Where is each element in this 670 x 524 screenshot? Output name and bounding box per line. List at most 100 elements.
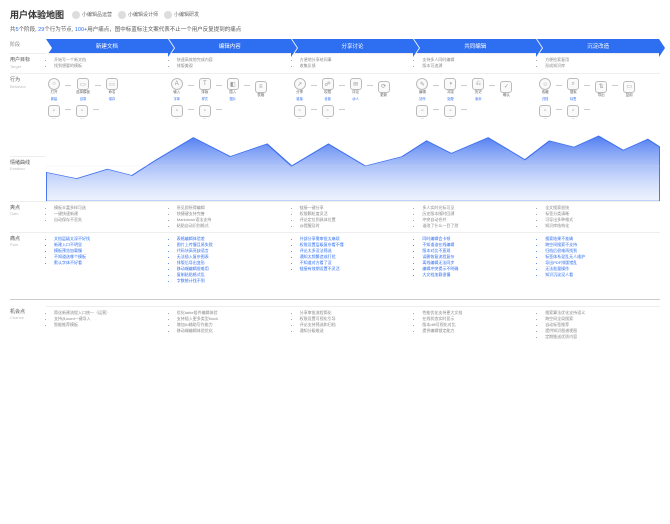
chance-label: 机会点Chance	[10, 306, 46, 343]
behavior-node: ☆收藏归档	[539, 78, 551, 101]
behavior-icon: ▫	[294, 105, 306, 117]
targets-cell: 支持多人同时编辑版本可追溯	[414, 53, 537, 73]
connector	[339, 85, 345, 86]
summary-line: 共5个阶段, 29个行为节点, 100+用户痛点，图中标蓝标注文案代表不止一个用…	[10, 25, 660, 33]
gain-label: 爽点Gain	[10, 201, 46, 232]
behavior-sub: 新建	[51, 96, 57, 101]
targets-cell: 开始写一个新文档找到想要的模板	[46, 53, 169, 73]
behavior-sub: 协作	[419, 96, 425, 101]
behavior-caption: ···	[175, 118, 179, 122]
connector	[216, 85, 222, 86]
behavior-icon: ▭	[106, 78, 118, 90]
connector	[584, 85, 590, 86]
collaborator-list: 小编辑品运营小编辑设计师小编辑研发	[72, 11, 199, 19]
behavior-node: ≡表格	[255, 81, 267, 99]
behavior-caption: 冲突	[447, 91, 454, 95]
header: 用户体验地图 小编辑品运营小编辑设计师小编辑研发	[10, 8, 660, 21]
behavior-caption: ···	[298, 118, 302, 122]
pains-cell: 文档层级太深不好找新建入口不明显模板预览加载慢不知道选哪个模板默认字体不好看	[46, 232, 169, 287]
emotion-chart	[46, 131, 660, 201]
target-label: 用户目标Target	[10, 53, 46, 73]
behavior-cell: ○打开新建▭选择模板目录▭命名保存▫···▫···	[46, 73, 169, 131]
behavior-caption: ···	[543, 118, 547, 122]
gains-cell: 链接一键分享权限颗粒度灵活评论定位到具体位置@提醒及时	[292, 201, 415, 232]
behavior-icon: ▫	[48, 105, 60, 117]
behavior-caption: 插入	[229, 91, 236, 95]
collaborator-name: 小编辑设计师	[128, 11, 158, 18]
behavior-caption: 更新	[380, 94, 387, 98]
behavior-sub: @人	[352, 96, 358, 101]
bullet-item: 字数统计找不到	[177, 278, 290, 284]
stage-arrow: 共同编辑	[414, 39, 536, 53]
behavior-icon: ⎌	[472, 78, 484, 90]
connector	[65, 109, 71, 110]
behavior-icon: ☍	[322, 78, 334, 90]
connector	[95, 85, 101, 86]
bullet-item: @提醒及时	[300, 223, 413, 229]
behavior-node: ○打开新建	[48, 78, 60, 101]
behavior-caption: 导出	[598, 94, 605, 98]
behavior-icon: ◑	[444, 78, 456, 90]
stage-label: 阶段	[10, 39, 46, 53]
targets-cell: 方便检索复用形成知识库	[537, 53, 660, 73]
bullet-item: 粘贴自动识别格式	[177, 223, 290, 229]
behavior-icon: ▫	[322, 105, 334, 117]
bullet-item: 默认字体不好看	[54, 260, 167, 266]
gains-cell: 所见即所得编辑快捷键支持完善Markdown语法支持粘贴自动识别格式	[169, 201, 292, 232]
connector	[93, 109, 99, 110]
behavior-node: ◧插入图片	[227, 78, 239, 101]
behavior-caption: ···	[52, 118, 56, 122]
behavior-caption: 编辑	[419, 91, 426, 95]
gains-cell: 全文搜索很快标签分类清晰可导出多种格式知识库结构化	[537, 201, 660, 232]
behavior-icon: ⇅	[595, 81, 607, 93]
behavior-node: ✓确认	[500, 81, 512, 99]
bullet-item: 版本可追溯	[422, 63, 535, 69]
bullet-item: 定期推送优质内容	[545, 334, 658, 340]
behavior-node: T排版样式	[199, 78, 211, 101]
targets-cell: 方便地分享给同事收集反馈	[292, 53, 415, 73]
avatar-icon	[72, 11, 80, 19]
behavior-icon: ◧	[227, 78, 239, 90]
behavior-caption: 历史	[475, 91, 482, 95]
connector	[461, 109, 467, 110]
behavior-node: ☍权限设置	[322, 78, 334, 101]
connector	[244, 85, 250, 86]
bullet-item: 形成知识库	[545, 63, 658, 69]
chances-cell: 优化table组件编辑体验支持插入更多类型block增加AI辅助写作能力移动端编…	[169, 306, 292, 343]
bullet-item: 自动保存不丢失	[54, 217, 167, 223]
connector	[556, 85, 562, 86]
stage-arrow: 编辑内容	[169, 39, 291, 53]
gains-cell: 多人实时光标可见历史版本随时回溯冲突自动合并谁改了什么一目了然	[414, 201, 537, 232]
behavior-icon: ≡	[255, 81, 267, 93]
behavior-sub: 目录	[80, 96, 86, 101]
behavior-sub: 图片	[230, 96, 236, 101]
connector	[65, 85, 71, 86]
behavior-caption: 打开	[51, 91, 58, 95]
behavior-node: ⎌历史版本	[472, 78, 484, 101]
gains-cell: 模板丰富多样可选一键快速新建自动保存不丢失	[46, 201, 169, 232]
bullet-item: 大文档加载很慢	[422, 272, 535, 278]
behavior-node-secondary: ▫···	[567, 105, 579, 123]
behavior-node: ✎编辑协作	[416, 78, 428, 101]
behavior-cell: ↗分享链接☍权限设置✉评论@人⟳更新▫···▫···	[292, 73, 415, 131]
collaborator: 小编辑研发	[164, 11, 199, 19]
pains-cell: 搜索结果不准确跨空间搜索不支持归档后很难再找到标签体系混乱无人维护导出PDF排版…	[537, 232, 660, 287]
avatar-icon	[164, 11, 172, 19]
stage-arrow: 新建文档	[46, 39, 168, 53]
behavior-node-secondary: ▫···	[539, 105, 551, 123]
pain-label: 痛点Pain	[10, 232, 46, 287]
connector	[433, 109, 439, 110]
behavior-icon: ○	[48, 78, 60, 90]
bullet-item: 链接有效期设置不灵活	[300, 266, 413, 272]
stage-row: 阶段 新建文档编辑内容分享讨论共同编辑沉淀改造	[10, 39, 660, 53]
chances-cell: 分享审批流程简化权限设置可视化引导评论支持筛选和归档通知分级推送	[292, 306, 415, 343]
behavior-node: ⇅导出	[595, 81, 607, 99]
chance-row: 机会点Chance 简化新建流程入口统一（运营）支持从word一键导入智能推荐模…	[10, 299, 660, 343]
behavior-sub: 样式	[202, 96, 208, 101]
avatar-icon	[118, 11, 126, 19]
behavior-sub: 处理	[447, 96, 453, 101]
behavior-icon: ▫	[199, 105, 211, 117]
behavior-caption: ···	[203, 118, 207, 122]
behavior-cell: ✎编辑协作◑冲突处理⎌历史版本✓确认▫···▫···	[414, 73, 537, 131]
bullet-item: 排版美观	[177, 63, 290, 69]
